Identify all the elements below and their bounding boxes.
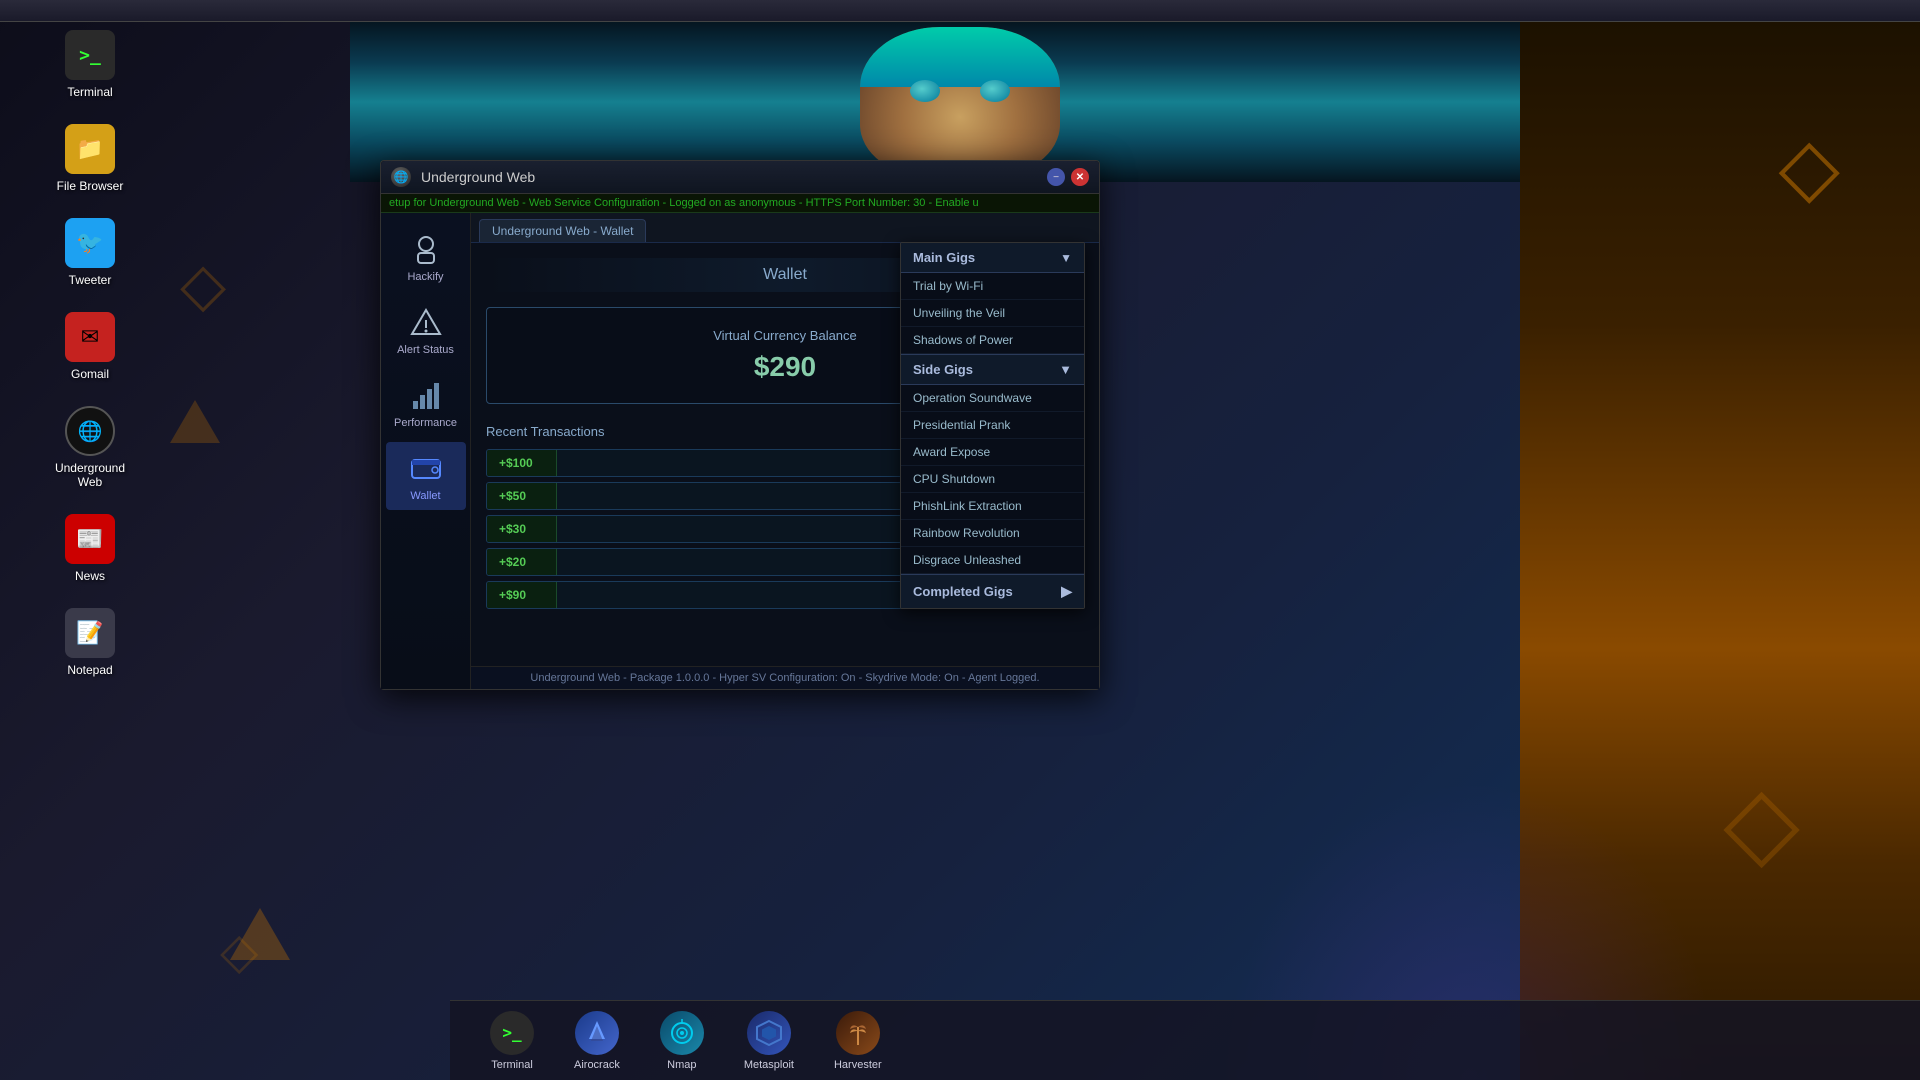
desktop-icon-gomail[interactable]: ✉ Gomail bbox=[50, 312, 130, 381]
app-title: Underground Web bbox=[421, 169, 1037, 185]
sidebar-item-alert[interactable]: Alert Status bbox=[386, 296, 466, 364]
character-eye-right bbox=[980, 80, 1010, 102]
hackify-label: Hackify bbox=[407, 271, 443, 283]
filebrowser-icon-label: File Browser bbox=[57, 179, 124, 193]
wallet-icon bbox=[408, 450, 444, 486]
terminal-icon-label: Terminal bbox=[67, 85, 112, 99]
desktop-icon-filebrowser[interactable]: 📁 File Browser bbox=[50, 124, 130, 193]
desktop-icon-underweb[interactable]: 🌐 Underground Web bbox=[50, 406, 130, 489]
performance-icon bbox=[408, 377, 444, 413]
desktop-icon-notepad[interactable]: 📝 Notepad bbox=[50, 608, 130, 677]
taskbar-terminal[interactable]: >_ Terminal bbox=[480, 1006, 544, 1076]
tx-amount-1: +$50 bbox=[487, 483, 557, 509]
main-gigs-header[interactable]: Main Gigs ▼ bbox=[901, 243, 1084, 273]
gig-item-cpu-shutdown[interactable]: CPU Shutdown bbox=[901, 466, 1084, 493]
tab-bar: Underground Web - Wallet bbox=[471, 213, 1099, 243]
gig-item-rainbow[interactable]: Rainbow Revolution bbox=[901, 520, 1084, 547]
wallet-label: Wallet bbox=[410, 490, 440, 502]
alert-label: Alert Status bbox=[397, 344, 454, 356]
status-ticker: etup for Underground Web - Web Service C… bbox=[381, 194, 1099, 213]
gomail-icon: ✉ bbox=[65, 312, 115, 362]
taskbar-airocrack-icon bbox=[575, 1011, 619, 1055]
taskbar-harvester-label: Harvester bbox=[834, 1059, 882, 1071]
gig-item-presidential-prank[interactable]: Presidential Prank bbox=[901, 412, 1084, 439]
completed-gigs-header[interactable]: Completed Gigs ▶ bbox=[901, 574, 1084, 608]
title-bar: 🌐 Underground Web − ✕ bbox=[381, 161, 1099, 194]
tweeter-icon: 🐦 bbox=[65, 218, 115, 268]
filebrowser-icon: 📁 bbox=[65, 124, 115, 174]
hackify-icon bbox=[408, 231, 444, 267]
gig-item-operation-soundwave[interactable]: Operation Soundwave bbox=[901, 385, 1084, 412]
completed-gigs-arrow-icon: ▶ bbox=[1061, 583, 1072, 600]
sidebar-item-wallet[interactable]: Wallet bbox=[386, 442, 466, 510]
taskbar: >_ Terminal Airocrack Nmap bbox=[450, 1000, 1920, 1080]
tweeter-icon-label: Tweeter bbox=[69, 273, 112, 287]
character-face bbox=[860, 27, 1060, 177]
terminal-icon: >_ bbox=[65, 30, 115, 80]
taskbar-nmap-label: Nmap bbox=[667, 1059, 696, 1071]
character-hair bbox=[860, 27, 1060, 87]
main-gigs-label: Main Gigs bbox=[913, 250, 975, 265]
taskbar-terminal-label: Terminal bbox=[491, 1059, 533, 1071]
character-eye-left bbox=[910, 80, 940, 102]
tab-wallet[interactable]: Underground Web - Wallet bbox=[479, 219, 646, 242]
minimize-button[interactable]: − bbox=[1047, 168, 1065, 186]
taskbar-metasploit-icon bbox=[747, 1011, 791, 1055]
close-button[interactable]: ✕ bbox=[1071, 168, 1089, 186]
underweb-icon: 🌐 bbox=[65, 406, 115, 456]
desktop-icon-terminal[interactable]: >_ Terminal bbox=[50, 30, 130, 99]
gigs-panel: Main Gigs ▼ Trial by Wi-Fi Unveiling the… bbox=[900, 242, 1085, 609]
tx-amount-4: +$90 bbox=[487, 582, 557, 608]
sidebar-item-performance[interactable]: Performance bbox=[386, 369, 466, 437]
main-gigs-arrow-icon: ▼ bbox=[1060, 251, 1072, 265]
taskbar-metasploit-label: Metasploit bbox=[744, 1059, 794, 1071]
desktop-icon-tweeter[interactable]: 🐦 Tweeter bbox=[50, 218, 130, 287]
desktop-icon-news[interactable]: 📰 News bbox=[50, 514, 130, 583]
app-icon: 🌐 bbox=[391, 167, 411, 187]
gig-item-disgrace[interactable]: Disgrace Unleashed bbox=[901, 547, 1084, 574]
gig-item-unveiling[interactable]: Unveiling the Veil bbox=[901, 300, 1084, 327]
alert-icon bbox=[408, 304, 444, 340]
gig-item-shadows[interactable]: Shadows of Power bbox=[901, 327, 1084, 354]
tx-amount-0: +$100 bbox=[487, 450, 557, 476]
character-background bbox=[350, 22, 1570, 182]
left-sidebar: Hackify Alert Status bbox=[381, 213, 471, 689]
taskbar-nmap-icon bbox=[660, 1011, 704, 1055]
diamond-topleft: ◇ bbox=[180, 250, 226, 320]
taskbar-terminal-icon: >_ bbox=[490, 1011, 534, 1055]
side-gigs-label: Side Gigs bbox=[913, 362, 973, 377]
tx-amount-3: +$20 bbox=[487, 549, 557, 575]
taskbar-harvester-icon bbox=[836, 1011, 880, 1055]
notepad-icon: 📝 bbox=[65, 608, 115, 658]
news-icon-label: News bbox=[75, 569, 105, 583]
gig-item-trial-wifi[interactable]: Trial by Wi-Fi bbox=[901, 273, 1084, 300]
geo-shape-2 bbox=[170, 400, 220, 443]
side-gigs-arrow-icon: ▼ bbox=[1059, 362, 1072, 377]
bottom-status: Underground Web - Package 1.0.0.0 - Hype… bbox=[471, 666, 1099, 689]
taskbar-metasploit[interactable]: Metasploit bbox=[734, 1006, 804, 1076]
taskbar-airocrack-label: Airocrack bbox=[574, 1059, 620, 1071]
gomail-icon-label: Gomail bbox=[71, 367, 109, 381]
sidebar-item-hackify[interactable]: Hackify bbox=[386, 223, 466, 291]
performance-label: Performance bbox=[394, 417, 457, 429]
gig-item-award-expose[interactable]: Award Expose bbox=[901, 439, 1084, 466]
gig-item-phishlink[interactable]: PhishLink Extraction bbox=[901, 493, 1084, 520]
top-bar bbox=[0, 0, 1920, 22]
geo-shape-1 bbox=[230, 908, 290, 960]
completed-gigs-label: Completed Gigs bbox=[913, 584, 1013, 599]
taskbar-airocrack[interactable]: Airocrack bbox=[564, 1006, 630, 1076]
notepad-icon-label: Notepad bbox=[67, 663, 112, 677]
taskbar-harvester[interactable]: Harvester bbox=[824, 1006, 892, 1076]
news-icon: 📰 bbox=[65, 514, 115, 564]
taskbar-nmap[interactable]: Nmap bbox=[650, 1006, 714, 1076]
window-controls: − ✕ bbox=[1047, 168, 1089, 186]
tx-amount-2: +$30 bbox=[487, 516, 557, 542]
desktop-icons: >_ Terminal 📁 File Browser 🐦 Tweeter ✉ G… bbox=[50, 30, 130, 677]
side-gigs-header[interactable]: Side Gigs ▼ bbox=[901, 354, 1084, 385]
underweb-icon-label: Underground Web bbox=[50, 461, 130, 489]
